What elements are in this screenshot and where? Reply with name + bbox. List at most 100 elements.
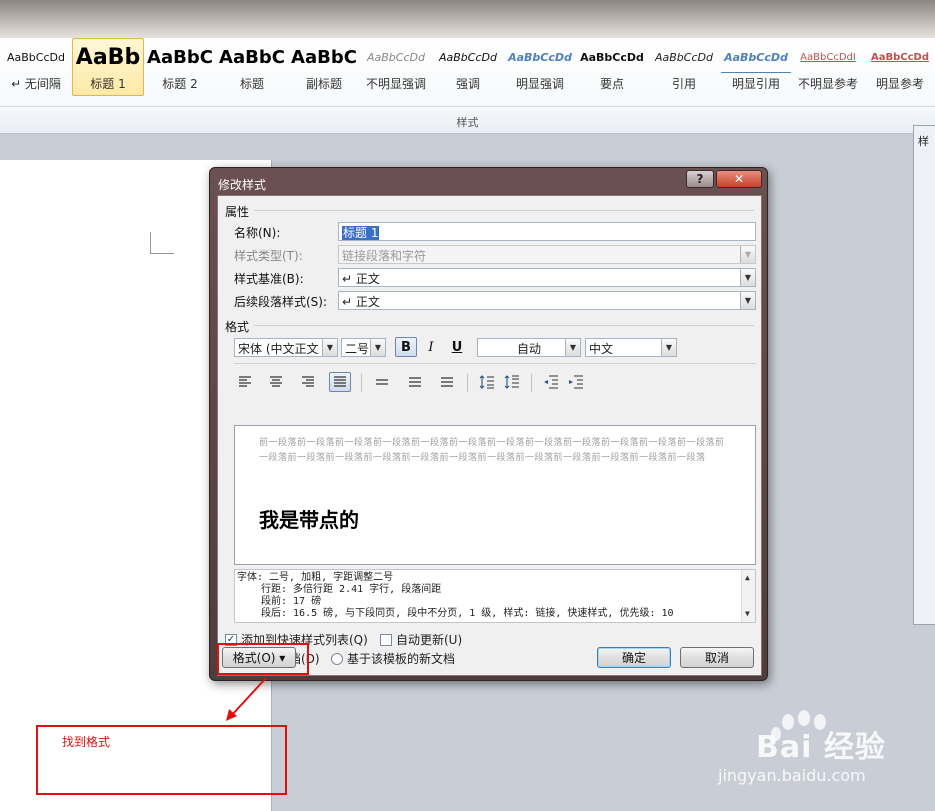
style-tile-emphasis[interactable]: AaBbCcDd 强调 [432,38,504,96]
underline-button[interactable]: U [446,337,468,357]
help-button[interactable]: ? [686,170,714,188]
align-right-icon[interactable] [297,372,319,392]
ok-button[interactable]: 确定 [597,647,671,668]
style-sample: AaBbCcDdI [800,52,856,63]
radio-unselected-icon[interactable] [331,652,343,665]
page-margin-corner [150,232,174,254]
style-tile-intense-emphasis[interactable]: AaBbCcDd 明显强调 [504,38,576,96]
line-spacing-single-icon[interactable] [371,372,393,392]
based-on-select[interactable]: ↵ 正文 ▼ [338,268,756,287]
ribbon-divider [0,106,935,107]
following-style-label: 后续段落样式(S): [234,295,328,309]
style-label: 要点 [599,76,624,91]
name-value: 标题 1 [342,226,380,240]
style-type-label: 样式类型(T): [234,249,303,263]
ribbon: AaBbCcDd ↵ 无间隔 AaBb 标题 1 AaBbC 标题 2 AaBb… [0,38,935,134]
description-scrollbar[interactable]: ▲ ▼ [741,570,755,622]
style-label: 标题 2 [162,76,198,91]
style-tile-subtle-reference[interactable]: AaBbCcDdI 不明显参考 [792,38,864,96]
style-label: 引用 [671,76,696,91]
chevron-down-icon[interactable]: ▼ [740,269,755,286]
style-tile-heading-2[interactable]: AaBbC 标题 2 [144,38,216,96]
checkbox-unchecked-icon[interactable] [380,633,392,646]
style-tile-subtitle[interactable]: AaBbC 副标题 [288,38,360,96]
justify-icon[interactable] [329,372,351,392]
style-label: 明显强调 [515,76,564,91]
chevron-down-icon[interactable]: ▼ [322,339,337,356]
chevron-down-icon[interactable]: ▼ [565,339,580,356]
style-tile-title[interactable]: AaBbC 标题 [216,38,288,96]
font-select[interactable]: 宋体 (中文正文 ▼ [234,338,338,357]
section-divider [254,210,754,211]
toolbar-separator [361,374,362,392]
section-divider [254,325,754,326]
style-tile-intense-quote[interactable]: AaBbCcDd 明显引用 [720,38,792,96]
ribbon-group-label: 样式 [456,116,479,129]
scroll-down-icon[interactable]: ▼ [745,608,750,620]
style-tile-subtle-emphasis[interactable]: AaBbCcDd 不明显强调 [360,38,432,96]
styles-pane-title: 样 [918,135,929,148]
language-select[interactable]: 中文 ▼ [585,338,677,357]
format-section-label: 格式 [225,320,250,334]
style-label: 明显引用 [731,76,780,91]
auto-update-label: 自动更新(U) [396,633,463,647]
name-field[interactable]: 标题 1 [338,222,756,241]
style-description: 字体: 二号, 加粗, 字距调整二号 行距: 多倍行距 2.41 字行, 段落间… [234,569,756,623]
annotation-highlight-format [217,643,309,675]
new-documents-from-template[interactable]: 基于该模板的新文档 [331,650,455,667]
style-tile-strong[interactable]: AaBbCcDd 要点 [576,38,648,96]
scroll-up-icon[interactable]: ▲ [745,572,750,584]
watermark-text: Bai 经验 [756,730,886,765]
style-sample: AaBbCcDd [655,51,713,64]
font-color-value: 自动 [516,342,541,356]
chevron-down-icon[interactable]: ▼ [740,292,755,309]
line-spacing-double-icon[interactable] [436,372,458,392]
preview-previous-paragraph: 前一段落前一段落前一段落前一段落前一段落前一段落前一段落前一段落前一段落前一段落… [259,438,725,463]
style-sample: AaBb [75,45,141,70]
following-style-value: ↵ 正文 [342,295,380,309]
chevron-down-icon[interactable]: ▼ [370,339,385,356]
font-size-select[interactable]: 二号 ▼ [341,338,386,357]
description-line: 行距: 多倍行距 2.41 字行, 段落间距 [261,584,442,595]
style-sample: AaBbC [291,47,357,68]
style-type-select: 链接段落和字符 ▼ [338,245,756,264]
style-tile-heading-1[interactable]: AaBb 标题 1 [72,38,144,96]
following-style-select[interactable]: ↵ 正文 ▼ [338,291,756,310]
based-on-value: ↵ 正文 [342,272,380,286]
style-sample: AaBbCcDd [580,51,644,64]
style-label: 不明显参考 [797,76,858,91]
toolbar-separator [531,374,532,392]
new-documents-from-template-label: 基于该模板的新文档 [347,652,456,666]
chevron-down-icon[interactable]: ▼ [661,339,676,356]
font-value: 宋体 (中文正文 [238,342,319,356]
style-label: 标题 1 [90,76,126,91]
space-after-icon[interactable] [501,372,523,392]
close-button[interactable]: ✕ [716,170,762,188]
description-line: 段后: 16.5 磅, 与下段同页, 段中不分页, 1 级, 样式: 链接, 快… [261,608,674,619]
style-tile-no-spacing[interactable]: AaBbCcDd ↵ 无间隔 [0,38,72,96]
style-sample: AaBbC [147,47,213,68]
space-before-icon[interactable] [476,372,498,392]
italic-button[interactable]: I [420,337,442,357]
description-line: 段前: 17 磅 [261,596,322,607]
cancel-button[interactable]: 取消 [680,647,754,668]
based-on-label: 样式基准(B): [234,272,304,286]
style-label: 强调 [455,76,480,91]
style-type-value: 链接段落和字符 [342,249,427,263]
properties-section-label: 属性 [225,205,250,219]
auto-update[interactable]: 自动更新(U) [380,631,462,648]
style-sample: AaBbCcDd [721,43,791,73]
align-left-icon[interactable] [234,372,256,392]
description-line: 字体: 二号, 加粗, 字距调整二号 [237,572,394,583]
font-color-select[interactable]: 自动 ▼ [477,338,581,357]
decrease-indent-icon[interactable] [540,372,562,392]
style-tile-intense-reference[interactable]: AaBbCcDd 明显参考 [864,38,935,96]
style-tile-quote[interactable]: AaBbCcDd 引用 [648,38,720,96]
preview-sample-text: 我是带点的 [259,508,359,532]
increase-indent-icon[interactable] [565,372,587,392]
line-spacing-1-5-icon[interactable] [404,372,426,392]
modify-style-dialog: 修改样式 ? ✕ 属性 名称(N): 标题 1 样式类型(T): 链接段落和字符… [209,167,768,681]
bold-button[interactable]: B [395,337,417,357]
align-center-icon[interactable] [265,372,287,392]
style-label: ↵ 无间隔 [11,76,61,91]
